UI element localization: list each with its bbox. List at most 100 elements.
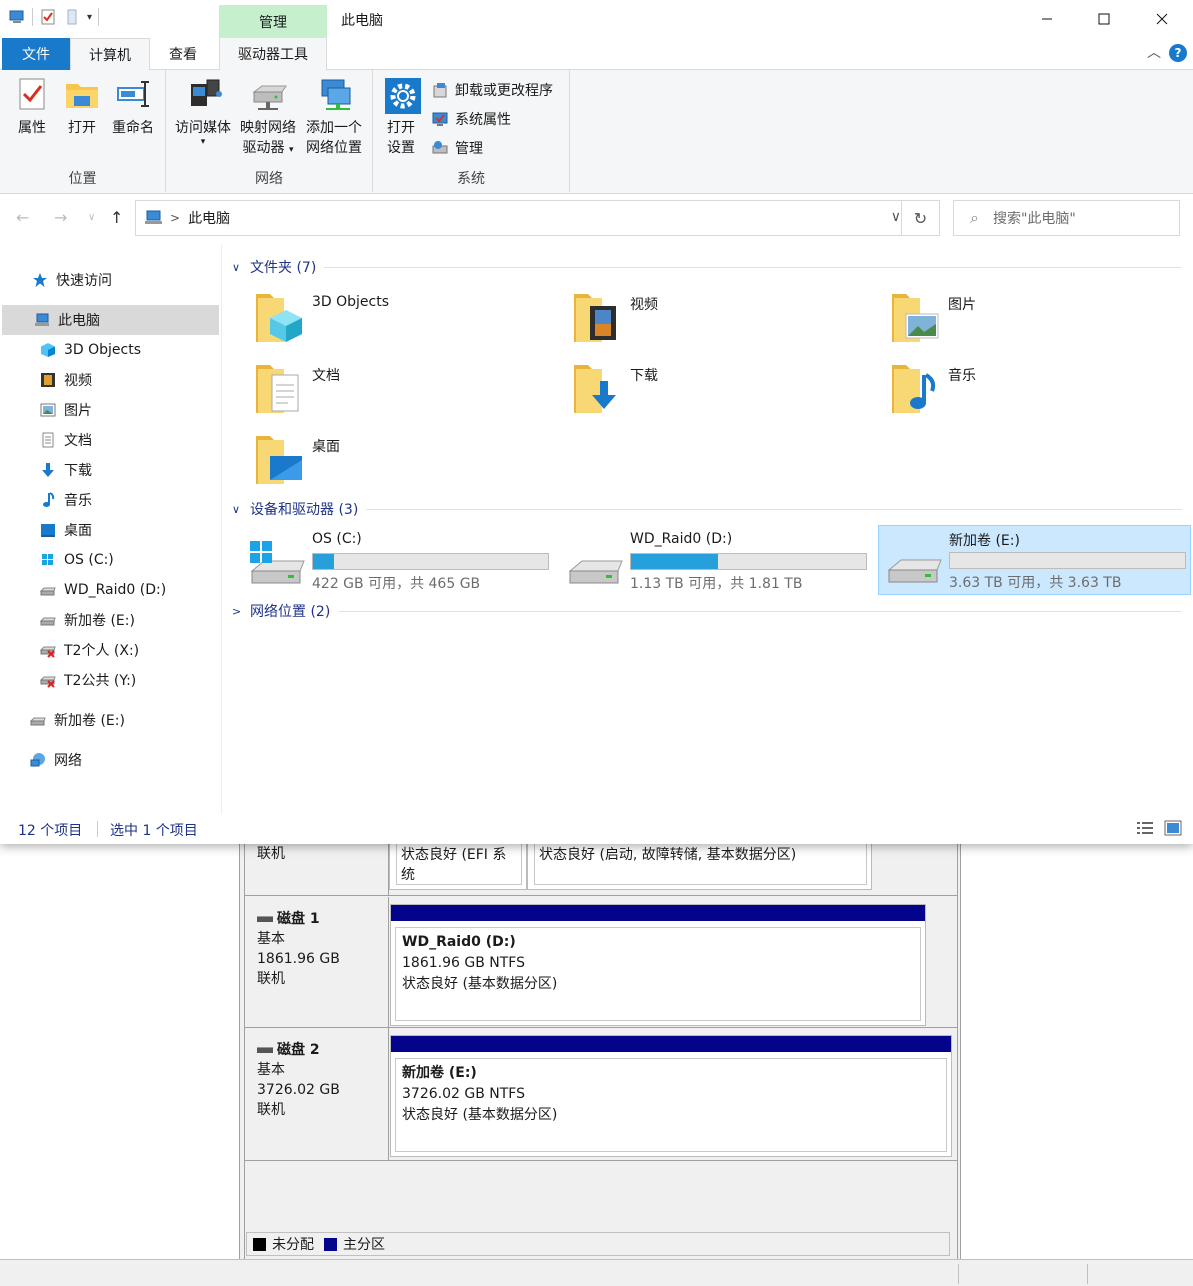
network-locations-section-header[interactable]: > 网络位置 (2) (232, 599, 1182, 623)
tab-computer[interactable]: 计算机 (70, 38, 150, 71)
close-button[interactable] (1133, 0, 1190, 38)
folder-downloads[interactable]: 下载 (572, 359, 872, 421)
windows-drive-icon (40, 552, 56, 568)
disconnected-network-drive-icon (39, 642, 56, 658)
search-icon: ⌕ (970, 208, 979, 227)
nav-3d-objects[interactable]: 3D Objects (2, 335, 219, 365)
3d-objects-icon (40, 342, 56, 358)
uninstall-label: 卸载或更改程序 (455, 83, 553, 99)
help-icon[interactable]: ? (1169, 44, 1187, 62)
breadcrumb-this-pc[interactable]: 此电脑 (188, 208, 230, 228)
folder-videos-name: 视频 (630, 297, 658, 313)
drive-c[interactable]: OS (C:) 422 GB 可用，共 465 GB (242, 527, 555, 597)
computer-icon[interactable] (8, 8, 26, 26)
system-properties-button[interactable]: 系统属性 (431, 109, 511, 129)
nav-videos[interactable]: 视频 (2, 365, 219, 395)
folder-pictures[interactable]: 图片 (890, 288, 1190, 350)
tab-file[interactable]: 文件 (2, 38, 70, 70)
nav-3d-objects-label: 3D Objects (64, 342, 142, 358)
breadcrumb-chevron-icon[interactable]: > (170, 211, 180, 225)
properties-icon[interactable] (39, 8, 57, 26)
disk-1-label[interactable]: 磁盘 1 基本 1861.96 GB 联机 (245, 897, 389, 1027)
forward-arrow-icon[interactable]: → (54, 208, 67, 227)
disk-1-type: 基本 (257, 931, 285, 947)
nav-desktop[interactable]: 桌面 (2, 515, 219, 545)
collapse-ribbon-icon[interactable]: ︿ (1147, 42, 1161, 62)
devices-section-header[interactable]: ∨ 设备和驱动器 (3) (232, 497, 1182, 521)
nav-drive-x-label: T2个人 (X:) (64, 643, 140, 659)
ribbon-group-system: 打开 设置 卸载或更改程序 系统属性 管理 系统 (373, 70, 570, 192)
nav-downloads[interactable]: 下载 (2, 455, 219, 485)
nav-drive-c[interactable]: OS (C:) (2, 545, 219, 575)
nav-documents[interactable]: 文档 (2, 425, 219, 455)
address-bar[interactable]: > 此电脑 ∨ ↻ (135, 200, 940, 236)
maximize-button[interactable] (1075, 0, 1132, 38)
up-arrow-icon[interactable]: ↑ (110, 208, 123, 227)
open-settings-button[interactable]: 打开 设置 (379, 76, 423, 158)
properties-button[interactable]: 属性 (12, 76, 52, 138)
partition-d[interactable]: WD_Raid0 (D:) 1861.96 GB NTFS 状态良好 (基本数据… (390, 904, 926, 1026)
new-folder-icon[interactable] (63, 8, 81, 26)
nav-this-pc[interactable]: 此电脑 (2, 305, 219, 335)
3d-objects-folder-icon (254, 288, 304, 344)
disk-management-window: 联机 状态良好 (EFI 系统 状态良好 (启动, 故障转储, 基本数据分区) … (0, 844, 1193, 1286)
add-network-location-button[interactable]: 添加一个 网络位置 (302, 76, 366, 158)
disk-2-label[interactable]: 磁盘 2 基本 3726.02 GB 联机 (245, 1028, 389, 1160)
folder-videos[interactable]: 视频 (572, 288, 872, 350)
address-dropdown-icon[interactable]: ∨ (891, 209, 901, 225)
nav-drive-y-label: T2公共 (Y:) (64, 673, 137, 689)
status-bar: 12 个项目 选中 1 个项目 (0, 814, 1193, 844)
nav-music[interactable]: 音乐 (2, 485, 219, 515)
folder-documents[interactable]: 文档 (254, 359, 554, 421)
minimize-button[interactable] (1018, 0, 1075, 38)
open-button[interactable]: 打开 (62, 76, 102, 138)
manage-button[interactable]: 管理 (431, 138, 483, 158)
hard-drive-icon (39, 582, 56, 598)
folder-3d-objects[interactable]: 3D Objects (254, 288, 554, 350)
partition-e[interactable]: 新加卷 (E:) 3726.02 GB NTFS 状态良好 (基本数据分区) (390, 1035, 952, 1157)
back-arrow-icon[interactable]: ← (16, 208, 29, 227)
drive-e-name: 新加卷 (E:) (949, 533, 1020, 549)
efi-partition[interactable]: 状态良好 (EFI 系统 (389, 844, 527, 890)
nav-quick-access[interactable]: 快速访问 (2, 265, 219, 295)
primary-swatch (324, 1237, 337, 1251)
drive-e-usage-bar (949, 552, 1186, 569)
map-network-drive-button[interactable]: 映射网络 驱动器 ▾ (236, 76, 300, 160)
drive-e[interactable]: 新加卷 (E:) 3.63 TB 可用，共 3.63 TB (878, 525, 1191, 595)
large-icons-view-icon[interactable] (1164, 820, 1182, 836)
nav-quick-access-label: 快速访问 (56, 273, 112, 289)
nav-pictures[interactable]: 图片 (2, 395, 219, 425)
ribbon-group-label: 系统 (457, 171, 485, 187)
tab-view[interactable]: 查看 (150, 38, 216, 70)
folders-section-header[interactable]: ∨ 文件夹 (7) (232, 255, 1182, 279)
nav-drive-d[interactable]: WD_Raid0 (D:) (2, 575, 219, 605)
rename-button[interactable]: 重命名 (108, 76, 158, 138)
nav-drive-x[interactable]: T2个人 (X:) (2, 635, 219, 665)
nav-documents-label: 文档 (64, 433, 92, 449)
folder-desktop[interactable]: 桌面 (254, 430, 554, 492)
nav-music-label: 音乐 (64, 493, 92, 509)
download-folder-icon (572, 359, 622, 415)
nav-drive-y[interactable]: T2公共 (Y:) (2, 665, 219, 695)
tab-drive-tools[interactable]: 驱动器工具 (219, 38, 327, 70)
uninstall-programs-button[interactable]: 卸载或更改程序 (431, 80, 553, 100)
desktop-icon (40, 522, 56, 538)
nav-removable-drive-e[interactable]: 新加卷 (E:) (2, 705, 219, 735)
properties-label: 属性 (18, 120, 46, 136)
disk-1-size: 1861.96 GB (257, 951, 340, 967)
refresh-icon[interactable]: ↻ (901, 201, 939, 235)
customize-toolbar-icon[interactable]: ▾ (87, 12, 92, 23)
manage-context-tab[interactable]: 管理 (219, 5, 327, 38)
search-box[interactable]: ⌕ 搜索"此电脑" (953, 200, 1180, 236)
details-view-icon[interactable] (1136, 820, 1154, 836)
drive-d[interactable]: WD_Raid0 (D:) 1.13 TB 可用，共 1.81 TB (560, 527, 873, 597)
recent-locations-icon[interactable]: ∨ (88, 212, 95, 223)
network-icon (30, 752, 46, 768)
system-partition[interactable]: 状态良好 (启动, 故障转储, 基本数据分区) (527, 844, 872, 890)
access-media-button[interactable]: 访问媒体 ▾ (172, 76, 234, 147)
nav-drive-e[interactable]: 新加卷 (E:) (2, 605, 219, 635)
nav-network[interactable]: 网络 (2, 745, 219, 775)
star-icon (32, 272, 48, 288)
folder-music[interactable]: 音乐 (890, 359, 1190, 421)
manage-icon (431, 139, 449, 157)
